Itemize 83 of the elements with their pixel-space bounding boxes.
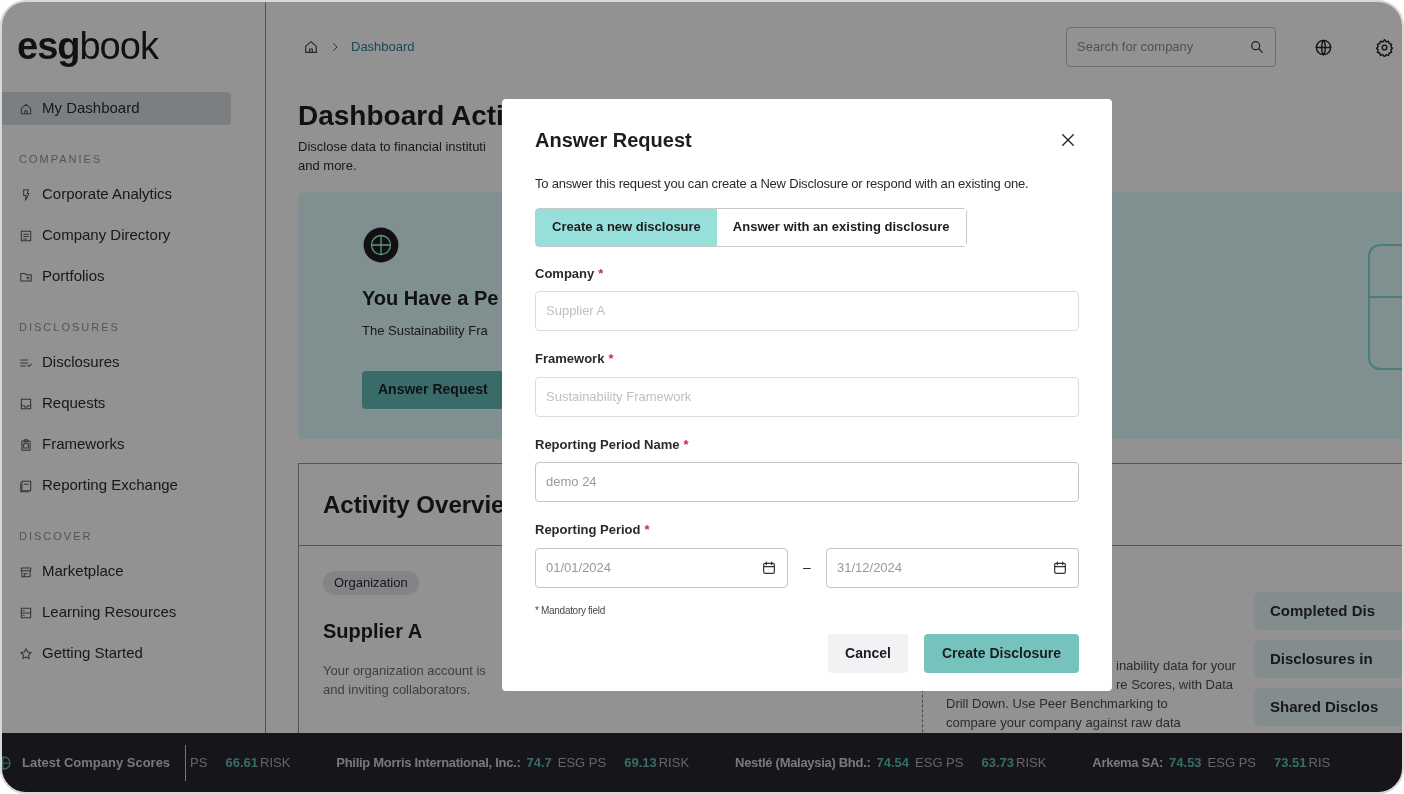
company-name: Philip Morris International, Inc.: <box>336 753 521 772</box>
mandatory-note: * Mandatory field <box>535 603 606 618</box>
section-title: Activity Overvie <box>323 489 505 520</box>
organization-name: Supplier A <box>323 619 423 644</box>
info-text: re Scores, with Data <box>1115 676 1235 694</box>
globe-badge-icon <box>362 226 400 264</box>
risk-score: 66.61 <box>225 753 258 772</box>
store-icon <box>19 564 33 579</box>
score-label: ESG PS <box>557 753 607 772</box>
company-name: Arkema SA: <box>1092 753 1164 772</box>
breadcrumb-link[interactable]: Dashboard <box>351 37 415 57</box>
card-title: You Have a Pe <box>362 286 499 311</box>
sidebar-item[interactable]: Learning Resources <box>2 596 231 629</box>
company-name: Nestlé (Malaysia) Bhd.: <box>735 753 871 772</box>
field-label: Framework * <box>535 350 615 368</box>
score-label: RISK <box>260 753 291 772</box>
score-label: PS <box>190 753 208 772</box>
score-label: RIS <box>1308 753 1331 772</box>
sidebar-item[interactable]: Requests <box>2 387 231 420</box>
calendar-icon <box>1052 559 1068 576</box>
book-icon <box>19 605 33 620</box>
ticker-heading: Latest Company Scores <box>22 753 171 772</box>
side-tab-button[interactable]: Shared Disclos <box>1254 688 1402 726</box>
score-label: RISK <box>1016 753 1047 772</box>
input-field[interactable]: 01/01/2024 <box>535 547 788 588</box>
risk-score: 69.13 <box>624 753 657 772</box>
sidebar-item[interactable]: Corporate Analytics <box>2 178 231 211</box>
field-label: Company * <box>535 264 605 283</box>
dialog-title: Answer Request <box>535 128 692 153</box>
page-description: and more. <box>298 157 357 175</box>
organization-tag: Organization <box>323 571 419 595</box>
section-heading: DISCLOSURES <box>18 319 121 335</box>
info-text: Drill Down. Use Peer Benchmarking to <box>946 695 1169 713</box>
score-label: RISK <box>658 753 690 772</box>
logo: esgbook <box>16 23 160 69</box>
info-text: compare your company against raw data <box>946 714 1182 732</box>
calendar-icon <box>761 559 777 576</box>
home-icon <box>303 39 319 55</box>
sidebar-item[interactable]: Company Directory <box>2 219 231 252</box>
page-title: Dashboard Acti <box>298 99 504 133</box>
sidebar-item[interactable]: My Dashboard <box>2 92 231 125</box>
page-description: Disclose data to financial instituti <box>298 138 486 156</box>
score-label: ESG PS <box>1207 753 1257 772</box>
esg-score: 74.54 <box>876 753 910 772</box>
list-icon <box>19 228 33 243</box>
settings-icon <box>1375 37 1394 57</box>
section-heading: COMPANIES <box>18 151 104 167</box>
field-label: Reporting Period * <box>535 521 651 539</box>
score-label: ESG PS <box>915 753 964 772</box>
sidebar-item[interactable]: Portfolios <box>2 260 231 293</box>
sidebar-item[interactable]: Reporting Exchange <box>2 469 231 502</box>
close-icon <box>1059 131 1077 149</box>
answer-request-button[interactable]: Answer Request <box>362 370 504 409</box>
section-heading: DISCOVER <box>18 528 94 544</box>
organization-text: and inviting collaborators. <box>323 681 472 699</box>
globe-icon <box>1314 37 1333 57</box>
input-field[interactable]: 31/12/2024 <box>826 547 1079 588</box>
cancel-button[interactable]: Cancel <box>828 633 908 673</box>
field-label: Reporting Period Name * <box>535 435 690 454</box>
risk-score: 73.51 <box>1274 753 1307 772</box>
sidebar-item[interactable]: Getting Started <box>2 637 231 670</box>
side-tab-button[interactable]: Completed Dis <box>1254 592 1402 630</box>
search-icon <box>1249 39 1265 55</box>
organization-text: Your organization account is <box>323 662 486 680</box>
dialog-intro: To answer this request you can create a New Disclosure or respond with an existing one. <box>535 175 1030 193</box>
document-icon <box>19 478 33 493</box>
sidebar-item[interactable]: Marketplace <box>2 555 231 588</box>
inbox-icon <box>19 396 33 411</box>
esg-score: 74.53 <box>1169 753 1202 772</box>
home-icon <box>19 101 33 116</box>
side-tab-button[interactable]: Disclosures in <box>1254 640 1402 678</box>
input-field[interactable]: demo 24 <box>535 462 1079 502</box>
range-separator: – <box>803 558 811 577</box>
sidebar-item[interactable]: Disclosures <box>2 346 231 379</box>
create-disclosure-button[interactable]: Create Disclosure <box>924 633 1079 673</box>
clipboard-icon <box>19 437 33 452</box>
card-text: The Sustainability Fra <box>362 322 488 340</box>
risk-score: 63.73 <box>981 753 1014 772</box>
tab[interactable]: Create a new disclosure <box>536 208 717 246</box>
star-icon <box>19 646 33 661</box>
esg-score: 74.7 <box>526 753 552 772</box>
info-text: inability data for your <box>1115 657 1237 675</box>
sidebar-item[interactable]: Frameworks <box>2 428 231 461</box>
